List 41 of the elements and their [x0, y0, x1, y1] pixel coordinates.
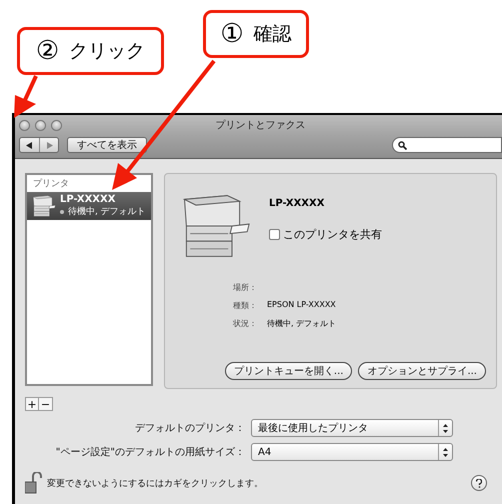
- printer-name: LP-XXXXX: [60, 194, 116, 205]
- help-icon: [476, 478, 482, 488]
- printer-name: LP-XXXXX: [269, 198, 326, 209]
- panel-button[interactable]: プリントキューを開く...: [224, 362, 352, 380]
- info-label: 種類：: [233, 300, 258, 311]
- status-dot: [60, 210, 64, 214]
- add-button[interactable]: +: [25, 397, 39, 411]
- search-field[interactable]: [392, 137, 502, 153]
- info-label: 場所：: [233, 282, 258, 293]
- step-number: ②: [36, 38, 60, 64]
- info-value: EPSON LP-XXXXX: [267, 300, 337, 311]
- right-triangle-icon: [46, 142, 52, 148]
- setting-label: "ページ設定"のデフォルトの用紙サイズ：: [54, 446, 245, 459]
- checkbox-label: このプリンタを共有: [283, 227, 382, 242]
- search-icon: [398, 140, 407, 150]
- stepper-icon: [443, 448, 448, 456]
- minimize-button[interactable]: [35, 120, 46, 130]
- info-label: 状況：: [233, 318, 258, 329]
- printer-status: 待機中, デフォルト: [68, 206, 146, 218]
- show-all-button[interactable]: すべてを表示: [67, 137, 147, 153]
- zoom-button[interactable]: [51, 120, 62, 130]
- printer-drawing: [30, 193, 56, 219]
- popup-menu[interactable]: 最後に使用したプリンタ: [251, 419, 453, 437]
- left-triangle-icon: [26, 142, 33, 148]
- share-checkbox[interactable]: [269, 229, 280, 240]
- step-number: ①: [220, 21, 244, 47]
- popup-menu[interactable]: A4: [251, 443, 453, 461]
- list-header: プリンタ: [32, 177, 70, 191]
- callout-label: クリック: [69, 39, 146, 64]
- panel-button[interactable]: オプションとサプライ...: [358, 362, 486, 380]
- setting-label: デフォルトのプリンタ：: [134, 422, 245, 435]
- printer-list-item[interactable]: LP-XXXXX 待機中, デフォルト: [27, 192, 151, 220]
- close-button[interactable]: [19, 120, 30, 130]
- lock-message: 変更できないようにするにはカギをクリックします。: [47, 478, 263, 490]
- window-title: プリントとファクス: [216, 118, 306, 132]
- callout-label: 確認: [254, 22, 292, 47]
- info-value: 待機中, デフォルト: [267, 318, 338, 329]
- remove-button[interactable]: −: [39, 397, 53, 411]
- help-button[interactable]: [471, 475, 487, 491]
- stepper-icon: [443, 424, 448, 432]
- padlock-icon[interactable]: [25, 472, 43, 494]
